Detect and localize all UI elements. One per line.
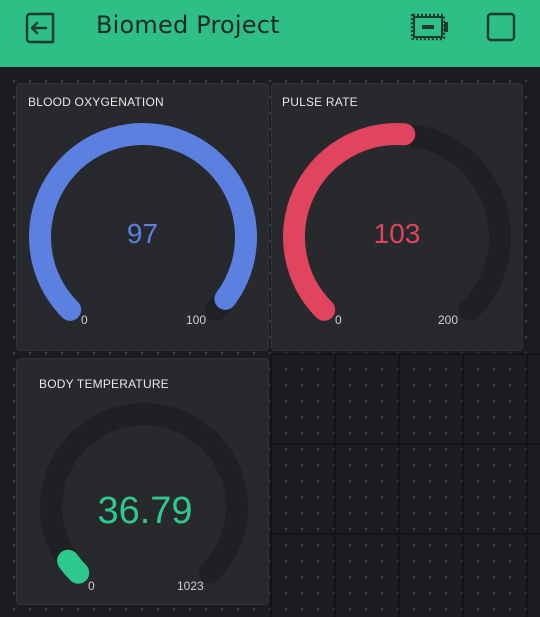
- gauge-value: 103: [373, 218, 421, 249]
- gauge-widget-body-temperature[interactable]: BODY TEMPERATURE 36.79 0 1023: [17, 359, 268, 604]
- app-header: Biomed Project: [0, 0, 540, 67]
- gauge-min-label: 0: [81, 313, 88, 327]
- device-status-button[interactable]: [410, 12, 450, 42]
- gauge-widget-blood-oxygenation[interactable]: BLOOD OXYGENATION 97 0 100: [17, 84, 268, 350]
- gauge-max-label: 200: [438, 313, 459, 327]
- square-icon: [486, 12, 516, 42]
- project-title: Biomed Project: [96, 11, 280, 39]
- gauge-arc: [40, 403, 248, 584]
- gauge-value: 97: [126, 218, 159, 249]
- device-status-icon: [410, 13, 448, 41]
- gauge-max-label: 100: [186, 313, 207, 327]
- exit-button[interactable]: [22, 10, 58, 46]
- gauge-arc: [283, 123, 511, 321]
- grid-cell-lines: [270, 353, 540, 617]
- menu-button[interactable]: [486, 12, 516, 42]
- gauge-max-label: 1023: [177, 579, 204, 593]
- gauge-min-label: 0: [335, 313, 342, 327]
- gauge-arc: [29, 123, 257, 321]
- gauge-fill: [57, 549, 90, 584]
- gauge-min-label: 0: [88, 579, 95, 593]
- exit-icon: [25, 12, 55, 44]
- gauge-widget-pulse-rate[interactable]: PULSE RATE 103 0 200: [272, 84, 522, 350]
- gauge-value: 36.79: [97, 490, 193, 532]
